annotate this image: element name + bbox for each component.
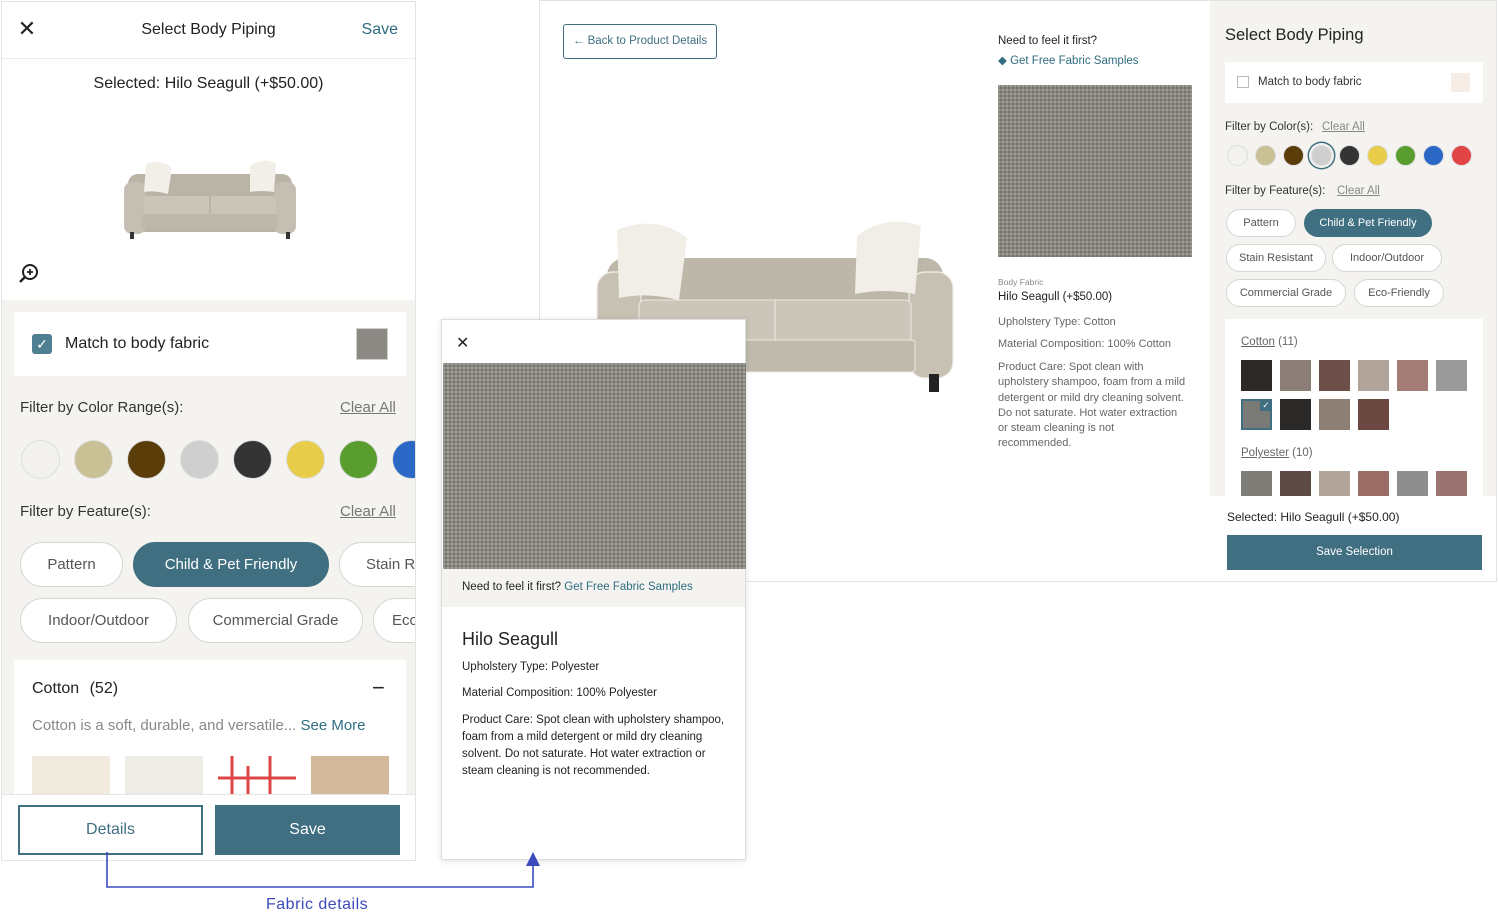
annotation-connector (106, 852, 540, 888)
annotation-label: Fabric details (266, 896, 369, 913)
